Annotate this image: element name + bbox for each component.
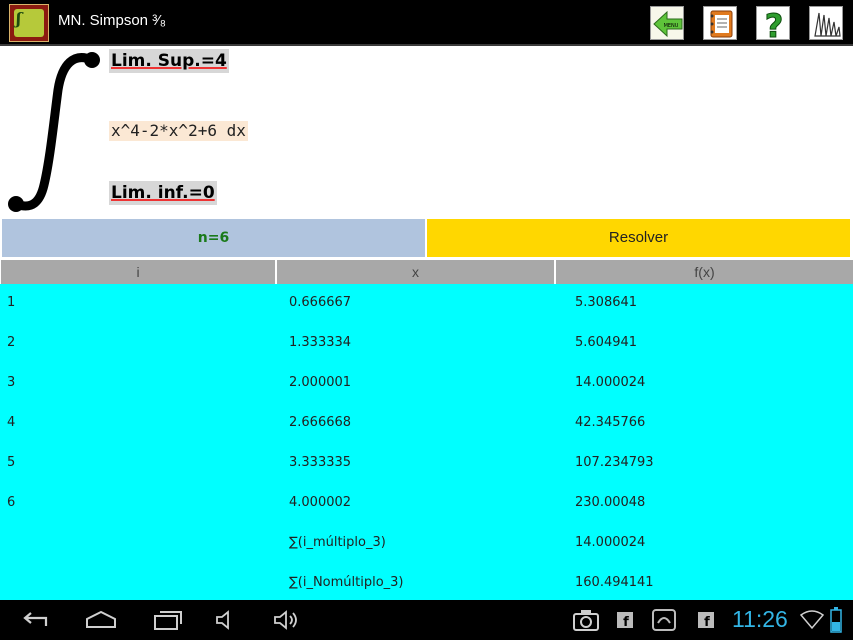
cell-x: 0.666667 (289, 295, 352, 310)
results-table: 1 0.666667 5.308641 2 1.333334 5.604941 … (0, 284, 853, 600)
column-header-i: i (1, 260, 275, 284)
cell-x: 2.666668 (289, 415, 352, 430)
svg-text:?: ? (765, 7, 784, 41)
cell-fx: 42.345766 (575, 415, 646, 430)
facebook-notification-icon: f (617, 612, 633, 628)
volume-down-icon[interactable] (214, 610, 240, 630)
n-value-button[interactable]: n=6 (2, 219, 425, 257)
cell-x: 4.000002 (289, 495, 352, 510)
battery-icon (830, 607, 842, 633)
cell-fx: 5.604941 (575, 335, 638, 350)
cell-i: 4 (7, 415, 16, 430)
volume-up-icon[interactable] (272, 610, 302, 630)
help-button[interactable]: ? (756, 6, 790, 41)
app-notification-icon (652, 609, 676, 631)
integral-symbol-icon (8, 52, 100, 212)
column-header-x: x (277, 260, 554, 284)
facebook-notification-icon-2: f (698, 612, 714, 628)
table-row: 4 2.666668 42.345766 (0, 404, 853, 444)
cell-fx: 5.308641 (575, 295, 638, 310)
cell-fx: 14.000024 (575, 535, 646, 550)
cell-fx: 107.234793 (575, 455, 654, 470)
back-icon[interactable] (18, 610, 50, 630)
upper-limit-field[interactable]: Lim. Sup.=4 (109, 49, 229, 73)
table-row: ∑(i_Nomúltiplo_3) 160.494141 (0, 564, 853, 604)
help-icon: ? (764, 7, 784, 41)
status-clock: 11:26 (732, 606, 788, 632)
chart-button[interactable] (809, 6, 843, 40)
integral-glyph-icon: ʃ (16, 9, 22, 28)
table-row: 3 2.000001 14.000024 (0, 364, 853, 404)
cell-i: 5 (7, 455, 16, 470)
app-icon[interactable]: ʃ (9, 4, 49, 42)
chart-icon (814, 12, 841, 37)
cell-i: 1 (7, 295, 16, 310)
home-icon[interactable] (84, 610, 118, 630)
upper-limit-text: Lim. Sup.=4 (111, 51, 227, 71)
app-title: MN. Simpson ³⁄₈ (58, 12, 166, 29)
cell-fx: 160.494141 (575, 575, 654, 590)
table-row: 2 1.333334 5.604941 (0, 324, 853, 364)
lower-limit-text: Lim. inf.=0 (111, 183, 215, 203)
table-header: i x f(x) (0, 260, 853, 284)
notes-button[interactable] (703, 6, 737, 40)
function-field[interactable]: x^4-2*x^2+6 dx (109, 121, 248, 141)
menu-arrow-icon: MENU (653, 10, 683, 38)
cell-x: ∑(i_múltiplo_3) (289, 535, 386, 550)
cell-x: 2.000001 (289, 375, 352, 390)
cell-x: 3.333335 (289, 455, 352, 470)
notebook-icon (710, 10, 733, 38)
cell-fx: 14.000024 (575, 375, 646, 390)
table-row: 1 0.666667 5.308641 (0, 284, 853, 324)
column-header-fx: f(x) (556, 260, 853, 284)
solve-button[interactable]: Resolver (427, 219, 850, 257)
screenshot-camera-icon[interactable] (572, 608, 600, 632)
system-bar: f f (0, 600, 853, 640)
table-row: ∑(i_múltiplo_3) 14.000024 (0, 524, 853, 564)
table-row: 5 3.333335 107.234793 (0, 444, 853, 484)
menu-label: MENU (664, 23, 679, 29)
wifi-icon (800, 610, 824, 630)
svg-text:f: f (704, 615, 710, 628)
cell-i: 3 (7, 375, 16, 390)
menu-back-button[interactable]: MENU (650, 6, 684, 40)
cell-x: 1.333334 (289, 335, 352, 350)
cell-fx: 230.00048 (575, 495, 646, 510)
svg-text:f: f (623, 615, 629, 628)
table-row: 6 4.000002 230.00048 (0, 484, 853, 524)
lower-limit-field[interactable]: Lim. inf.=0 (109, 181, 217, 205)
recent-apps-icon[interactable] (152, 609, 184, 631)
cell-x: ∑(i_Nomúltiplo_3) (289, 575, 404, 590)
cell-i: 2 (7, 335, 16, 350)
cell-i: 6 (7, 495, 16, 510)
action-bar: ʃ MN. Simpson ³⁄₈ MENU ? (0, 0, 853, 46)
